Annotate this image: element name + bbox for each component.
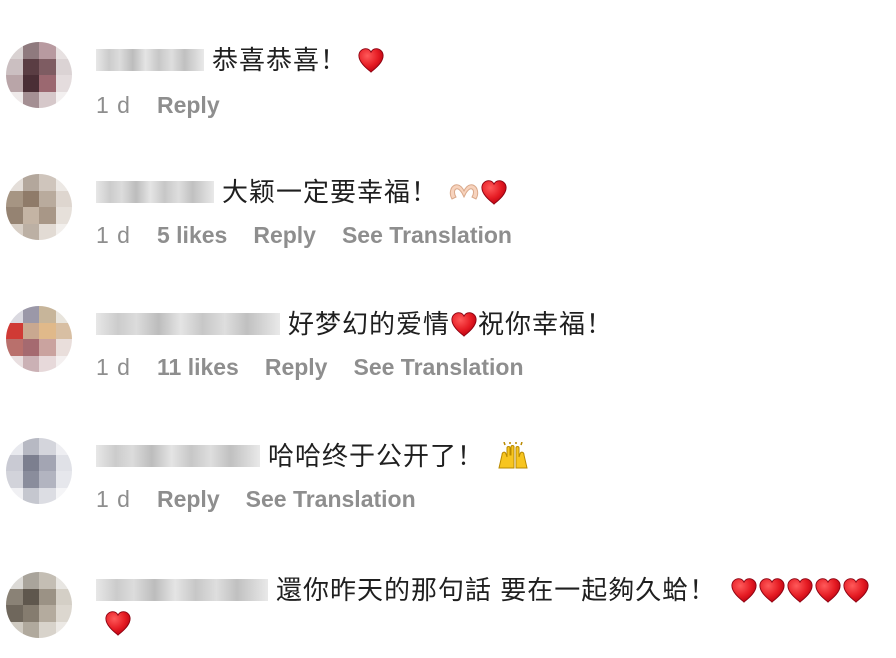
comment-time: 1 d (96, 222, 131, 248)
username-blurred[interactable] (96, 181, 214, 203)
likes-count[interactable]: 11 likes (157, 354, 239, 381)
reply-button[interactable]: Reply (253, 222, 316, 249)
avatar[interactable] (6, 306, 72, 372)
avatar[interactable] (6, 42, 72, 108)
see-translation-button[interactable]: See Translation (342, 222, 512, 249)
comment-text-continued: 祝你幸福！ (478, 309, 614, 339)
heart-icon (843, 578, 869, 603)
heart-icon (105, 611, 131, 636)
username-blurred[interactable] (96, 313, 280, 335)
heart-icon (731, 578, 757, 603)
reply-button[interactable]: Reply (157, 92, 220, 119)
heart-icon (357, 47, 385, 73)
avatar[interactable] (6, 438, 72, 504)
comment-text: 好梦幻的爱情 (288, 309, 451, 339)
see-translation-button[interactable]: See Translation (353, 354, 523, 381)
heart-icon (815, 578, 841, 603)
avatar[interactable] (6, 572, 72, 638)
comment-time: 1 d (96, 354, 131, 380)
heart-group (730, 577, 870, 603)
heart-icon (450, 311, 478, 337)
username-blurred[interactable] (96, 445, 260, 467)
see-translation-button[interactable]: See Translation (246, 486, 416, 513)
comment-text: 大颖一定要幸福！ (222, 177, 439, 207)
raising-hands-icon (496, 442, 530, 470)
heart-icon (480, 179, 508, 205)
heart-icon (787, 578, 813, 603)
reply-button[interactable]: Reply (157, 486, 220, 513)
username-blurred[interactable] (96, 49, 204, 71)
comment-time: 1 d (96, 486, 131, 512)
heart-hands-icon (448, 179, 480, 205)
avatar[interactable] (6, 174, 72, 240)
comments-list: 恭喜恭喜！ 1 d Reply 大颖一定要幸福！ 1 d 5 likes Rep… (0, 0, 896, 658)
heart-icon (759, 578, 785, 603)
reply-button[interactable]: Reply (265, 354, 328, 381)
comment-text: 哈哈终于公开了！ (268, 441, 485, 471)
comment-text: 恭喜恭喜！ (212, 45, 348, 75)
comment-text: 還你昨天的那句話 要在一起夠久蛤！ (276, 575, 717, 605)
comment-time: 1 d (96, 92, 131, 118)
likes-count[interactable]: 5 likes (157, 222, 227, 249)
username-blurred[interactable] (96, 579, 268, 601)
